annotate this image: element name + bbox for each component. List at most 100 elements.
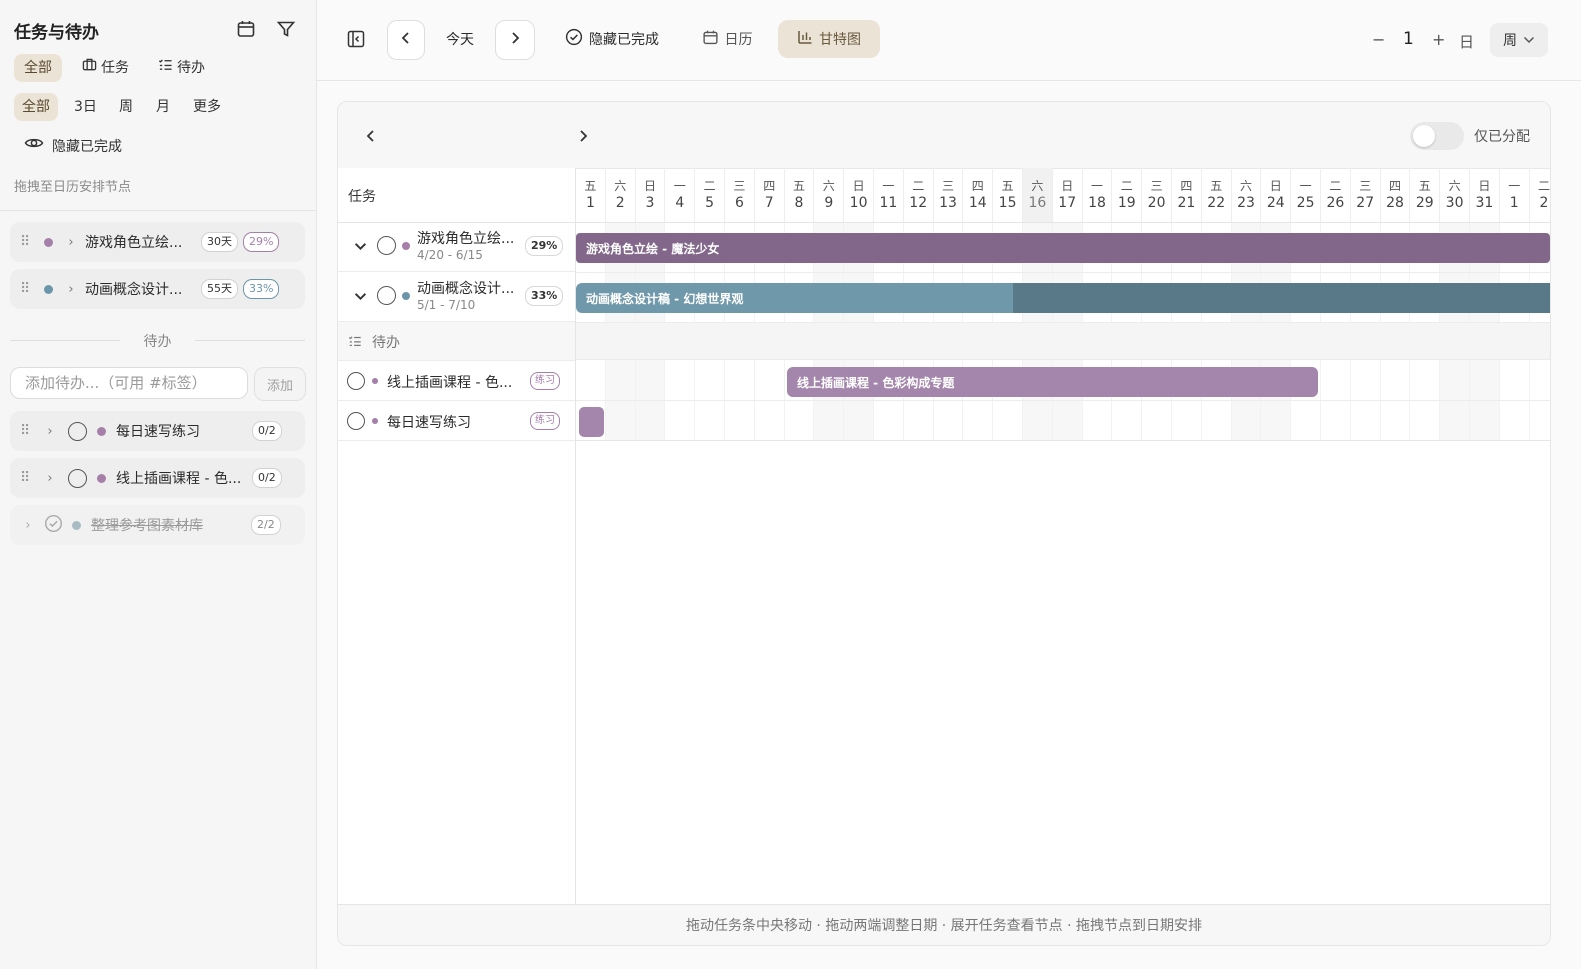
filter-all[interactable]: 全部 xyxy=(14,54,62,82)
day-number: 25 xyxy=(1296,195,1315,211)
drag-handle-icon[interactable]: ⠿ xyxy=(20,423,34,439)
task-checkbox[interactable] xyxy=(377,236,396,255)
todo-checkbox[interactable] xyxy=(347,372,365,390)
todo-group-row: 待办 xyxy=(338,322,575,361)
weekday-label: 二 xyxy=(912,179,925,193)
drag-handle-icon[interactable]: ⠿ xyxy=(20,470,34,486)
hide-done-button[interactable]: 隐藏已完成 xyxy=(561,20,663,58)
range-more[interactable]: 更多 xyxy=(183,93,231,121)
gantt-task-row[interactable]: 动画概念设计... 5/1 - 7/10 33% xyxy=(338,272,575,322)
weekday-label: 二 xyxy=(703,179,716,193)
todo-card[interactable]: ⠿ › 线上插画课程 - 色... 0/2 xyxy=(10,458,305,498)
collapse-sidebar-icon[interactable] xyxy=(339,20,373,58)
gantt-bar[interactable]: 游戏角色立绘 - 魔法少女 xyxy=(576,233,1550,263)
gantt-todo-row[interactable]: 每日速写练习 练习 xyxy=(338,401,575,441)
gantt-bar[interactable]: 动画概念设计稿 - 幻想世界观 xyxy=(576,283,1550,313)
chevron-down-icon[interactable] xyxy=(354,289,367,305)
check-circle-icon[interactable] xyxy=(44,514,63,537)
day-number: 4 xyxy=(675,195,685,211)
assigned-only-label: 仅已分配 xyxy=(1474,129,1530,145)
drag-handle-icon[interactable]: ⠿ xyxy=(20,234,34,250)
calendar-icon[interactable] xyxy=(234,17,258,41)
todo-card[interactable]: ⠿ › 每日速写练习 0/2 xyxy=(10,411,305,451)
todo-checkbox[interactable] xyxy=(68,468,87,488)
day-number: 11 xyxy=(879,195,898,211)
gantt-task-row[interactable]: 游戏角色立绘... 4/20 - 6/15 29% xyxy=(338,222,575,272)
todo-input[interactable] xyxy=(10,367,248,399)
todo-count-badge: 0/2 xyxy=(252,421,282,441)
chevron-right-icon[interactable]: › xyxy=(20,518,36,533)
day-header: 一 25 xyxy=(1291,168,1321,222)
chevron-down-icon[interactable] xyxy=(354,239,367,255)
task-title: 动画概念设计... xyxy=(417,281,515,297)
todo-checkbox[interactable] xyxy=(347,412,365,430)
day-header: 二 19 xyxy=(1112,168,1143,222)
task-card[interactable]: ⠿ › 动画概念设计... 55天 33% xyxy=(10,269,305,309)
today-button[interactable]: 今天 xyxy=(437,20,483,58)
zoom-minus-button[interactable]: − xyxy=(1372,30,1385,49)
range-all[interactable]: 全部 xyxy=(14,93,58,121)
day-number: 20 xyxy=(1147,195,1166,211)
eye-icon xyxy=(24,133,44,161)
gantt-view-button[interactable]: 甘特图 xyxy=(778,20,880,58)
range-3day[interactable]: 3日 xyxy=(64,93,107,121)
day-header: 五 29 xyxy=(1410,168,1441,222)
filter-todos[interactable]: 待办 xyxy=(148,54,215,82)
list-icon xyxy=(348,334,362,352)
task-days-badge: 55天 xyxy=(201,279,238,299)
chevron-right-icon[interactable]: › xyxy=(42,471,58,486)
task-title: 游戏角色立绘... xyxy=(417,231,515,247)
check-circle-icon xyxy=(565,28,583,50)
gantt-todo-row[interactable]: 线上插画课程 - 色... 练习 xyxy=(338,361,575,401)
bar-chart-icon xyxy=(797,29,813,49)
scale-select-value: 周 xyxy=(1503,33,1517,49)
scale-select[interactable]: 周 xyxy=(1490,23,1548,57)
filter-tasks[interactable]: 任务 xyxy=(72,54,139,82)
day-number: 3 xyxy=(645,195,655,211)
briefcase-icon xyxy=(82,54,97,82)
gantt-bar-small[interactable] xyxy=(579,407,604,437)
range-week[interactable]: 周 xyxy=(109,93,143,121)
color-dot xyxy=(402,242,410,250)
task-checkbox[interactable] xyxy=(377,286,396,305)
task-card[interactable]: ⠿ › 游戏角色立绘... 30天 29% xyxy=(10,222,305,262)
range-month[interactable]: 月 xyxy=(146,93,180,121)
drag-handle-icon[interactable]: ⠿ xyxy=(20,281,34,297)
day-header: 二2 xyxy=(1530,168,1550,222)
gantt-bar-label: 游戏角色立绘 - 魔法少女 xyxy=(586,241,720,256)
weekday-label: 日 xyxy=(1478,179,1491,193)
color-dot xyxy=(402,292,410,300)
gantt-bar[interactable]: 线上插画课程 - 色彩构成专题 xyxy=(787,367,1318,397)
next-button[interactable] xyxy=(495,20,535,60)
weekday-label: 六 xyxy=(1239,179,1252,193)
day-number: 12 xyxy=(909,195,928,211)
add-todo-button[interactable]: 添加 xyxy=(254,367,306,401)
assigned-only-toggle[interactable] xyxy=(1410,122,1464,150)
zoom-unit: 日 xyxy=(1459,33,1475,51)
chevron-right-icon[interactable]: › xyxy=(63,282,79,297)
day-header: 日3 xyxy=(636,168,666,222)
chevron-left-icon[interactable] xyxy=(359,124,383,148)
calendar-view-button[interactable]: 日历 xyxy=(695,20,759,58)
filter-icon[interactable] xyxy=(274,17,298,41)
weekday-label: 三 xyxy=(1359,179,1372,193)
task-card-label: 游戏角色立绘... xyxy=(85,235,183,251)
todo-checkbox[interactable] xyxy=(68,421,87,441)
zoom-plus-button[interactable]: + xyxy=(1432,30,1445,49)
day-header: 一 18 xyxy=(1083,168,1113,222)
chevron-right-icon[interactable] xyxy=(571,124,595,148)
chevron-right-icon[interactable]: › xyxy=(63,235,79,250)
todo-card-done[interactable]: › 整理参考图素材库 2/2 xyxy=(10,505,305,545)
day-number: 2 xyxy=(615,195,625,211)
hide-done-toggle[interactable]: 隐藏已完成 xyxy=(14,133,132,161)
weekday-label: 四 xyxy=(1388,179,1401,193)
task-progress-badge: 33% xyxy=(525,286,564,306)
sidebar-divider xyxy=(0,210,316,211)
weekday-label: 三 xyxy=(733,179,746,193)
sidebar-title: 任务与待办 xyxy=(14,23,99,43)
gantt-panel: 仅已分配 任务 游戏角色立绘... 4/20 - 6/15 29% 动画概念设计… xyxy=(337,101,1551,946)
day-number: 22 xyxy=(1207,195,1226,211)
prev-button[interactable] xyxy=(387,20,425,60)
chevron-right-icon[interactable]: › xyxy=(42,424,58,439)
gantt-view-label: 甘特图 xyxy=(819,32,861,48)
